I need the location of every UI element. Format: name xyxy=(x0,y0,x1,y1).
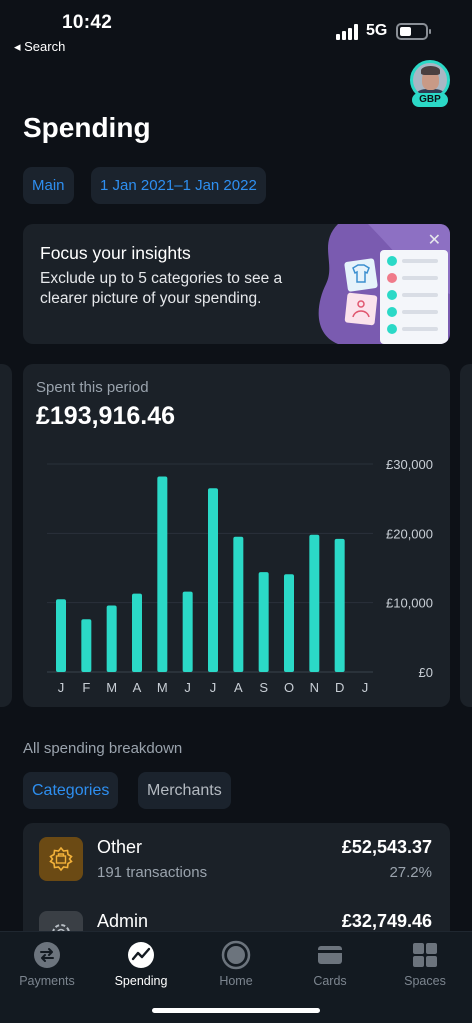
date-range-chip[interactable]: 1 Jan 2021–1 Jan 2022 xyxy=(91,167,266,204)
tab-categories[interactable]: Categories xyxy=(23,772,119,809)
y-tick-label: £10,000 xyxy=(386,596,433,611)
category-amount: £32,749.46 xyxy=(341,911,432,931)
x-tick-label: F xyxy=(82,680,90,695)
monthly-spending-chart: £0£10,000£20,000£30,000J F M A M J J A S O N D J xyxy=(47,457,433,695)
bar-7 xyxy=(233,536,244,672)
nav-label: Spending xyxy=(114,974,168,988)
bar-4 xyxy=(157,476,168,672)
spending-icon xyxy=(128,942,154,968)
x-tick-label: S xyxy=(259,680,268,695)
insight-body: Exclude up to 5 categories to see a clea… xyxy=(40,270,283,307)
category-transactions: 191 transactions xyxy=(97,864,208,881)
nav-spending[interactable]: Spending xyxy=(94,940,188,988)
x-tick-label: J xyxy=(362,680,369,695)
breakdown-label: All spending breakdown xyxy=(23,740,183,757)
home-indicator[interactable] xyxy=(152,1008,320,1013)
nav-home[interactable]: Home xyxy=(189,940,283,988)
nav-payments[interactable]: Payments xyxy=(0,940,94,988)
x-tick-label: M xyxy=(106,680,117,695)
category-row-other[interactable]: Other 191 transactions £52,543.37 27.2% xyxy=(23,823,450,897)
bar-10 xyxy=(309,534,320,672)
category-name: Admin xyxy=(97,911,149,931)
bar-11 xyxy=(334,538,345,672)
x-tick-label: J xyxy=(58,680,65,695)
spaces-icon xyxy=(413,943,437,967)
x-tick-label: D xyxy=(335,680,344,695)
x-tick-label: O xyxy=(284,680,294,695)
spent-chart-card: Spent this period £193,916.46 £0 £10,000 £… xyxy=(23,364,450,707)
status-bar: 10:42 ◂ Search 5G xyxy=(0,0,472,58)
previous-period-card[interactable] xyxy=(0,364,12,707)
nav-label: Spaces xyxy=(404,974,446,988)
nav-label: Payments xyxy=(19,974,75,988)
x-tick-label: J xyxy=(184,680,191,695)
bar-2 xyxy=(106,605,117,672)
insight-title: Focus your insights xyxy=(40,243,191,263)
close-icon[interactable]: ✕ xyxy=(428,230,441,250)
bar-6 xyxy=(208,488,218,672)
x-tick-label: M xyxy=(157,680,168,695)
next-period-card[interactable] xyxy=(460,364,472,707)
cards-icon xyxy=(318,946,342,964)
bar-5 xyxy=(182,591,193,672)
network-type: 5G xyxy=(366,22,388,39)
status-time: 10:42 xyxy=(62,12,113,33)
x-tick-label: A xyxy=(133,680,142,695)
x-tick-label: A xyxy=(234,680,243,695)
other-category-icon xyxy=(39,837,83,881)
home-icon xyxy=(221,940,251,970)
page-title: Spending xyxy=(23,112,151,143)
nav-spaces[interactable]: Spaces xyxy=(378,940,472,988)
y-tick-label: £0 xyxy=(419,665,433,680)
bar-3 xyxy=(132,593,142,672)
nav-label: Home xyxy=(219,974,253,988)
payments-icon xyxy=(34,942,60,968)
category-name: Other xyxy=(97,837,143,857)
category-percent: 27.2% xyxy=(389,864,432,881)
category-list: Other 191 transactions £52,543.37 27.2% … xyxy=(23,823,450,943)
insights-promo-card[interactable]: Focus your insights Exclude up to 5 cate… xyxy=(23,224,450,344)
category-amount: £52,543.37 xyxy=(341,837,432,857)
back-to-search-link[interactable]: ◂ Search xyxy=(14,39,65,55)
y-tick-label: £20,000 xyxy=(386,526,433,541)
bar-9 xyxy=(284,574,294,672)
x-tick-label: J xyxy=(210,680,217,695)
bar-1 xyxy=(81,619,92,672)
battery-icon xyxy=(396,23,431,40)
y-tick-label: £30,000 xyxy=(386,457,433,472)
nav-cards[interactable]: Cards xyxy=(283,940,377,988)
signal-icon xyxy=(336,24,360,40)
account-filter-chip[interactable]: Main xyxy=(23,167,74,204)
tab-merchants[interactable]: Merchants xyxy=(138,772,231,809)
bar-8 xyxy=(258,572,269,672)
bar-0 xyxy=(56,599,66,672)
nav-label: Cards xyxy=(313,974,347,988)
x-tick-label: N xyxy=(310,680,319,695)
currency-badge: GBP xyxy=(412,93,448,107)
